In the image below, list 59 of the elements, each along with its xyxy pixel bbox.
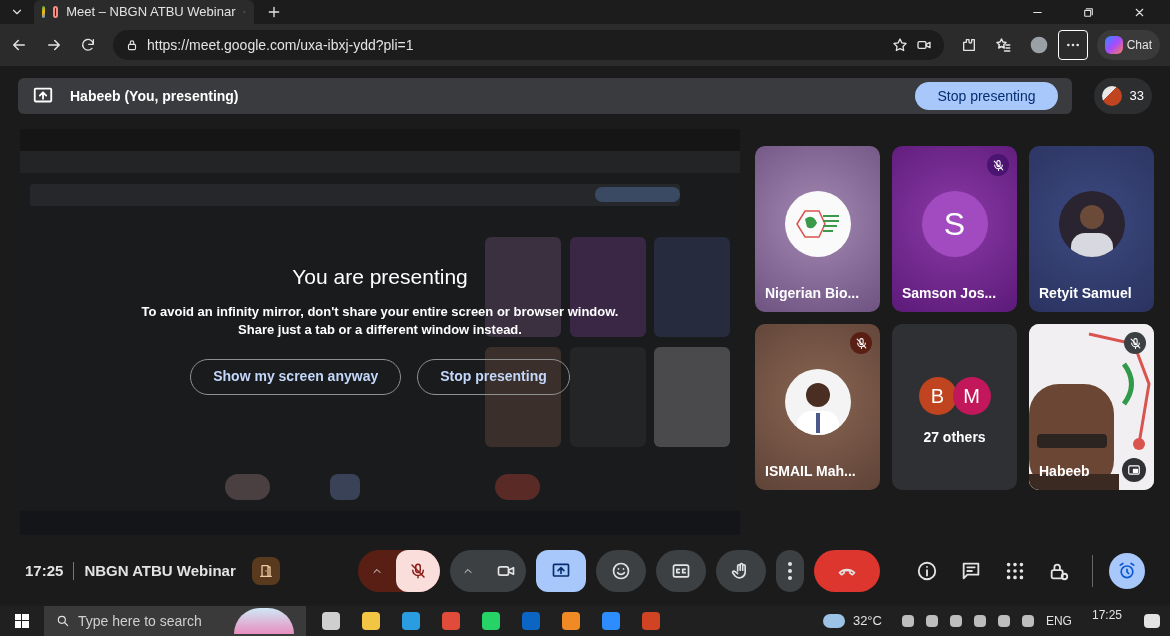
participant-count: 33 [1129, 87, 1144, 106]
participant-name: Retyit Samuel [1039, 284, 1132, 303]
taskbar-clock[interactable]: 17:25 [1091, 606, 1122, 624]
presenting-message: Share just a tab or a different window instead. [238, 320, 522, 339]
windows-start-icon[interactable] [15, 614, 29, 628]
participant-name: Habeeb [1039, 462, 1090, 481]
chat-icon[interactable] [960, 560, 982, 582]
address-bar[interactable]: https://meet.google.com/uxa-ibxj-ydd?pli=1 [113, 30, 944, 60]
browser-tab[interactable]: Meet – NBGN ATBU Webinar [34, 0, 254, 24]
microphone-button[interactable] [395, 550, 440, 592]
more-button[interactable] [1057, 30, 1088, 60]
organization-logo-icon [784, 191, 851, 257]
present-screen-button[interactable] [535, 550, 586, 592]
more-icon [787, 562, 792, 580]
taskbar-search-field[interactable]: Type here to search [44, 606, 306, 636]
info-icon[interactable] [916, 560, 938, 582]
timer-icon[interactable] [1117, 561, 1137, 581]
reload-icon[interactable] [80, 37, 96, 53]
recording-icon [52, 6, 59, 18]
participants-button[interactable]: 33 [1093, 78, 1152, 114]
search-icon [56, 614, 70, 628]
profile-avatar-icon[interactable] [1028, 35, 1049, 55]
presenting-message: To avoid an infinity mirror, don't share your entire screen or browser window. [141, 302, 619, 321]
participant-name: Nigerian Bio... [765, 284, 860, 303]
url-text: https://meet.google.com/uxa-ibxj-ydd?pli=1 [147, 35, 415, 55]
favorites-icon[interactable] [993, 36, 1012, 54]
lock-icon [125, 38, 139, 52]
leave-call-button[interactable] [813, 550, 880, 592]
meeting-time: 17:25 [25, 560, 64, 581]
captions-icon [670, 561, 691, 581]
microphone-off-icon [408, 562, 427, 580]
extensions-icon[interactable] [960, 37, 977, 53]
avatar-letter: S [921, 191, 988, 257]
participant-name: Samson Jos... [902, 284, 997, 303]
presenting-label: Habeeb (You, presenting) [70, 86, 240, 106]
avatar-letter: M [952, 376, 991, 415]
tab-title: Meet – NBGN ATBU Webinar [66, 3, 236, 22]
captions-button[interactable] [655, 550, 706, 592]
meeting-name: NBGN ATBU Webinar [84, 560, 236, 581]
presenting-title: You are presenting [292, 264, 468, 290]
raise-hand-button[interactable] [715, 550, 766, 592]
others-count: 27 others [923, 427, 986, 447]
weather-temperature: 32°C [852, 612, 882, 631]
new-tab-icon[interactable] [266, 4, 282, 20]
language-indicator[interactable]: ENG [1045, 612, 1072, 630]
activities-icon[interactable] [1004, 560, 1026, 582]
participant-avatars-icon [1101, 86, 1122, 106]
picture-in-picture-icon[interactable] [1127, 463, 1141, 477]
restore-icon[interactable] [1082, 5, 1095, 19]
host-controls-icon[interactable] [257, 563, 274, 579]
smiley-icon [610, 561, 631, 581]
participant-name: ISMAIL Mah... [765, 462, 856, 481]
search-placeholder: Type here to search [78, 611, 203, 631]
bookmark-star-icon[interactable] [891, 37, 908, 53]
reactions-button[interactable] [595, 550, 646, 592]
chat-button[interactable]: Chat [1096, 30, 1160, 60]
more-options-button[interactable] [775, 550, 804, 592]
avatar-letter: B [918, 376, 957, 415]
stop-presenting-button[interactable]: Stop presenting [915, 82, 1058, 110]
